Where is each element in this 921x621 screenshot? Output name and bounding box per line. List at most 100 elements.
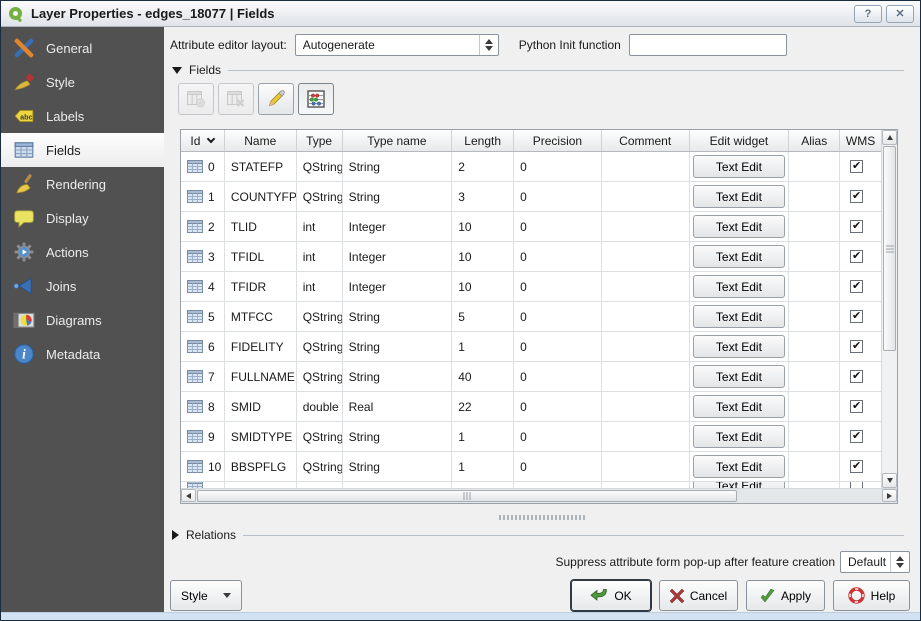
table-row[interactable]: 6FIDELITYQStringString10Text Edit✔	[181, 332, 881, 362]
column-header-precision[interactable]: Precision	[514, 130, 602, 151]
column-header-name[interactable]: Name	[225, 130, 297, 151]
field-type-name-cell: Integer	[343, 212, 453, 241]
field-alias-cell	[789, 392, 840, 421]
help-window-button[interactable]: ?	[854, 5, 882, 23]
sidebar-item-style[interactable]: Style	[1, 65, 164, 99]
expand-relations-icon[interactable]	[172, 530, 179, 540]
edit-widget-button[interactable]: Text Edit	[693, 395, 785, 418]
sidebar-item-rendering[interactable]: Rendering	[1, 167, 164, 201]
field-length-cell: 3	[452, 182, 514, 211]
column-header-alias[interactable]: Alias	[789, 130, 840, 151]
wms-checkbox[interactable]: ✔	[850, 280, 863, 293]
edit-widget-button[interactable]: Text Edit	[693, 455, 785, 478]
wms-checkbox[interactable]: ✔	[850, 160, 863, 173]
horizontal-scrollbar-thumb[interactable]	[197, 490, 737, 502]
wms-checkbox[interactable]: ✔	[850, 400, 863, 413]
dropdown-caret-icon	[223, 593, 231, 598]
fields-group-title: Fields	[189, 63, 221, 77]
style-menu-button[interactable]: Style	[170, 580, 242, 611]
wms-checkbox[interactable]: ✔	[850, 190, 863, 203]
field-type-name-cell: String	[343, 452, 453, 481]
style-button-label: Style	[181, 589, 208, 603]
column-header-comment[interactable]: Comment	[602, 130, 690, 151]
close-window-button[interactable]: ✕	[886, 5, 914, 23]
suppress-form-combo[interactable]: Default	[840, 551, 910, 573]
table-row[interactable]: 3TFIDLintInteger100Text Edit✔	[181, 242, 881, 272]
table-row[interactable]: 2TLIDintInteger100Text Edit✔	[181, 212, 881, 242]
edit-widget-button[interactable]: Text Edit	[693, 305, 785, 328]
field-precision-cell: 0	[514, 242, 602, 271]
column-header-length[interactable]: Length	[452, 130, 514, 151]
wms-cell: ✔	[840, 242, 881, 271]
table-row[interactable]: 7FULLNAMEQStringString400Text Edit✔	[181, 362, 881, 392]
table-row[interactable]: 1COUNTYFPQStringString30Text Edit✔	[181, 182, 881, 212]
field-precision-cell: 0	[514, 182, 602, 211]
sidebar-item-general[interactable]: General	[1, 31, 164, 65]
column-header-wms[interactable]: WMS	[840, 130, 881, 151]
field-row-icon	[187, 340, 203, 353]
sidebar-item-actions[interactable]: Actions	[1, 235, 164, 269]
sidebar-item-joins[interactable]: Joins	[1, 269, 164, 303]
column-header-id[interactable]: Id	[181, 130, 225, 151]
wms-checkbox[interactable]: ✔	[850, 310, 863, 323]
sidebar-item-diagrams[interactable]: Diagrams	[1, 303, 164, 337]
collapse-fields-icon[interactable]	[172, 67, 182, 74]
edit-widget-button[interactable]: Text Edit	[693, 215, 785, 238]
sidebar-item-metadata[interactable]: i Metadata	[1, 337, 164, 371]
scroll-left-button[interactable]	[181, 489, 196, 502]
column-header-type[interactable]: Type	[297, 130, 343, 151]
field-type-name-cell: String	[343, 362, 453, 391]
wms-checkbox[interactable]: ✔	[850, 220, 863, 233]
suppress-form-value: Default	[848, 555, 886, 569]
edit-widget-cell: Text Edit	[690, 332, 790, 361]
vertical-scrollbar[interactable]	[881, 130, 897, 488]
splitter-handle[interactable]	[499, 515, 585, 520]
wms-checkbox[interactable]: ✔	[850, 460, 863, 473]
field-precision-cell: 0	[514, 422, 602, 451]
scroll-right-button[interactable]	[882, 489, 897, 502]
table-row[interactable]: 0STATEFPQStringString20Text Edit✔	[181, 152, 881, 182]
combo-spinner-icon[interactable]	[890, 552, 909, 572]
python-init-input[interactable]	[629, 34, 787, 56]
field-name-cell: FULLNAME	[225, 362, 297, 391]
wms-checkbox[interactable]: ✔	[850, 340, 863, 353]
column-header-type-name[interactable]: Type name	[343, 130, 453, 151]
table-row[interactable]: 5MTFCCQStringString50Text Edit✔	[181, 302, 881, 332]
scroll-up-button[interactable]	[882, 130, 897, 145]
wms-checkbox[interactable]: ✔	[850, 430, 863, 443]
ok-button[interactable]: OK	[571, 580, 651, 611]
field-alias-cell	[789, 152, 840, 181]
cancel-button[interactable]: Cancel	[659, 580, 738, 611]
field-calculator-button[interactable]	[298, 83, 334, 115]
edit-widget-button[interactable]: Text Edit	[693, 365, 785, 388]
sidebar-item-display[interactable]: Display	[1, 201, 164, 235]
table-row[interactable]: 4TFIDRintInteger100Text Edit✔	[181, 272, 881, 302]
column-header-edit-widget[interactable]: Edit widget	[690, 130, 790, 151]
table-row[interactable]: 8SMIDdoubleReal220Text Edit✔	[181, 392, 881, 422]
edit-widget-button[interactable]: Text Edit	[693, 245, 785, 268]
apply-button[interactable]: Apply	[746, 580, 825, 611]
help-button[interactable]: Help	[833, 580, 910, 611]
field-name-cell: SMIDTYPE	[225, 422, 297, 451]
delete-column-button[interactable]	[218, 83, 254, 115]
combo-spinner-icon[interactable]	[479, 35, 498, 55]
edit-widget-button[interactable]: Text Edit	[693, 275, 785, 298]
wms-checkbox[interactable]: ✔	[850, 370, 863, 383]
scroll-down-button[interactable]	[882, 473, 897, 488]
attribute-editor-layout-combo[interactable]: Autogenerate	[295, 34, 499, 56]
layer-properties-dialog: Layer Properties - edges_18077 | Fields …	[0, 0, 921, 621]
edit-widget-button[interactable]: Text Edit	[693, 425, 785, 448]
edit-widget-button[interactable]: Text Edit	[693, 185, 785, 208]
edit-widget-button[interactable]: Text Edit	[693, 155, 785, 178]
wms-checkbox[interactable]: ✔	[850, 250, 863, 263]
edit-widget-button[interactable]: Text Edit	[693, 335, 785, 358]
sidebar-item-labels[interactable]: abc Labels	[1, 99, 164, 133]
python-init-label: Python Init function	[519, 38, 621, 52]
sidebar-item-fields[interactable]: Fields	[1, 133, 164, 167]
new-column-button[interactable]	[178, 83, 214, 115]
toggle-editing-button[interactable]	[258, 83, 294, 115]
table-row[interactable]: 9SMIDTYPEQStringString10Text Edit✔	[181, 422, 881, 452]
vertical-scrollbar-thumb[interactable]	[883, 146, 896, 351]
table-row[interactable]: 10BBSPFLGQStringString10Text Edit✔	[181, 452, 881, 482]
horizontal-scrollbar[interactable]	[181, 488, 897, 503]
